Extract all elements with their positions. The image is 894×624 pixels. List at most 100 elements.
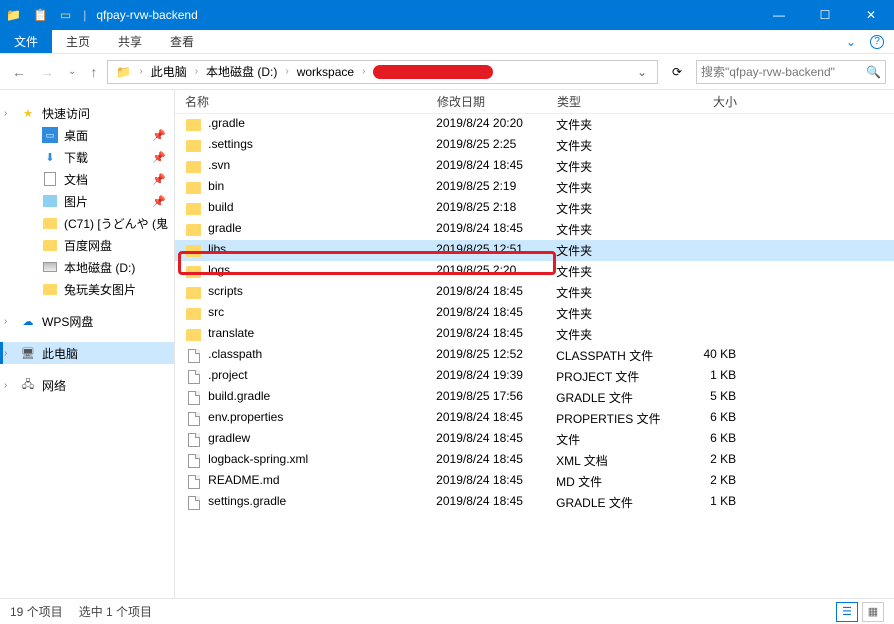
nav-baidu[interactable]: 百度网盘 [0, 234, 174, 256]
chevron-right-icon[interactable]: › [137, 66, 144, 77]
col-name[interactable]: 名称 [175, 93, 437, 110]
nav-local-d[interactable]: 本地磁盘 (D:) [0, 256, 174, 278]
forward-button[interactable]: → [40, 64, 54, 80]
tab-share[interactable]: 共享 [104, 30, 156, 53]
file-name: translate [208, 326, 436, 343]
file-row[interactable]: settings.gradle2019/8/24 18:45GRADLE 文件1… [175, 492, 894, 513]
nav-quick-access[interactable]: ›★快速访问 [0, 102, 174, 124]
nav-this-pc[interactable]: ›🖥此电脑 [0, 342, 174, 364]
bc-this-pc[interactable]: 此电脑 [145, 61, 193, 83]
file-row[interactable]: .settings2019/8/25 2:25文件夹 [175, 135, 894, 156]
file-row[interactable]: gradlew2019/8/24 18:45文件6 KB [175, 429, 894, 450]
eq-icon[interactable]: ▭ [60, 8, 71, 22]
maximize-button[interactable]: ☐ [802, 0, 848, 30]
file-row[interactable]: .classpath2019/8/25 12:52CLASSPATH 文件40 … [175, 345, 894, 366]
nav-rabbit[interactable]: 兔玩美女图片 [0, 278, 174, 300]
file-row[interactable]: scripts2019/8/24 18:45文件夹 [175, 282, 894, 303]
file-row[interactable]: .project2019/8/24 19:39PROJECT 文件1 KB [175, 366, 894, 387]
file-size: 6 KB [674, 410, 744, 427]
bc-workspace[interactable]: workspace [291, 61, 360, 83]
col-size[interactable]: 大小 [675, 93, 745, 110]
bc-dropdown[interactable]: ⌄ [629, 65, 655, 79]
bc-redacted[interactable] [367, 61, 499, 83]
tab-file[interactable]: 文件 [0, 30, 52, 53]
file-row[interactable]: .svn2019/8/24 18:45文件夹 [175, 156, 894, 177]
file-row[interactable]: translate2019/8/24 18:45文件夹 [175, 324, 894, 345]
col-date[interactable]: 修改日期 [437, 93, 557, 110]
folder-icon [42, 237, 58, 253]
file-row[interactable]: env.properties2019/8/24 18:45PROPERTIES … [175, 408, 894, 429]
back-button[interactable]: ← [12, 64, 26, 80]
file-row[interactable]: src2019/8/24 18:45文件夹 [175, 303, 894, 324]
folder-icon [185, 222, 202, 238]
nav-documents[interactable]: 文档📌 [0, 168, 174, 190]
recent-button[interactable]: ⌄ [68, 66, 76, 77]
folder-icon [42, 281, 58, 297]
close-button[interactable]: ✕ [848, 0, 894, 30]
bc-drive[interactable]: 本地磁盘 (D:) [200, 61, 283, 83]
ribbon-expand-icon[interactable]: ⌄ ? [846, 30, 894, 53]
nav-pane: ›★快速访问 ▭桌面📌 ⬇下载📌 文档📌 图片📌 (C71) [うどんや (鬼 … [0, 90, 175, 598]
file-name: env.properties [208, 410, 436, 427]
col-type[interactable]: 类型 [557, 93, 675, 110]
file-type: 文件夹 [556, 179, 674, 196]
pin-icon: 📌 [152, 151, 166, 164]
tab-view[interactable]: 查看 [156, 30, 208, 53]
file-row[interactable]: logs2019/8/25 2:20文件夹 [175, 261, 894, 282]
nav-wps[interactable]: ›☁WPS网盘 [0, 310, 174, 332]
file-date: 2019/8/25 2:25 [436, 137, 556, 154]
nav-pictures[interactable]: 图片📌 [0, 190, 174, 212]
nav-desktop[interactable]: ▭桌面📌 [0, 124, 174, 146]
nav-c71[interactable]: (C71) [うどんや (鬼 [0, 212, 174, 234]
file-type: XML 文档 [556, 452, 674, 469]
minimize-button[interactable]: — [756, 0, 802, 30]
drive-icon [42, 259, 58, 275]
file-icon [185, 411, 202, 427]
file-date: 2019/8/25 17:56 [436, 389, 556, 406]
file-size [674, 179, 744, 196]
search-input[interactable]: 搜索"qfpay-rvw-backend" 🔍 [696, 60, 886, 84]
bc-folder-icon[interactable]: 📁 [110, 61, 137, 83]
folder-icon [185, 201, 202, 217]
column-headers: 名称 修改日期 类型 大小 [175, 90, 894, 114]
file-date: 2019/8/24 18:45 [436, 431, 556, 448]
title-bar: 📁 📋 ▭ | qfpay-rvw-backend — ☐ ✕ [0, 0, 894, 30]
file-size [674, 284, 744, 301]
up-button[interactable]: ↑ [90, 64, 97, 80]
chevron-right-icon[interactable]: › [283, 66, 290, 77]
nav-downloads[interactable]: ⬇下载📌 [0, 146, 174, 168]
file-size [674, 263, 744, 280]
nav-arrows: ← → ⌄ ↑ [8, 64, 101, 80]
nav-network[interactable]: ›🖧网络 [0, 374, 174, 396]
file-row[interactable]: .gradle2019/8/24 20:20文件夹 [175, 114, 894, 135]
file-size: 1 KB [674, 494, 744, 511]
search-icon[interactable]: 🔍 [866, 65, 881, 79]
file-date: 2019/8/25 12:52 [436, 347, 556, 364]
chevron-right-icon[interactable]: › [193, 66, 200, 77]
file-row[interactable]: README.md2019/8/24 18:45MD 文件2 KB [175, 471, 894, 492]
file-icon [185, 453, 202, 469]
file-size [674, 200, 744, 217]
star-icon: ★ [20, 105, 36, 121]
pin-icon[interactable]: 📋 [33, 8, 48, 22]
tab-home[interactable]: 主页 [52, 30, 104, 53]
chevron-right-icon[interactable]: › [360, 66, 367, 77]
file-name: .project [208, 368, 436, 385]
folder-icon [185, 117, 202, 133]
file-size [674, 305, 744, 322]
folder-icon [185, 159, 202, 175]
file-row[interactable]: gradle2019/8/24 18:45文件夹 [175, 219, 894, 240]
file-type: 文件夹 [556, 263, 674, 280]
file-date: 2019/8/24 18:45 [436, 284, 556, 301]
file-row[interactable]: build2019/8/25 2:18文件夹 [175, 198, 894, 219]
file-row[interactable]: libs2019/8/25 12:51文件夹 [175, 240, 894, 261]
refresh-button[interactable]: ⟳ [664, 60, 690, 84]
details-view-button[interactable]: ☰ [836, 602, 858, 622]
file-row[interactable]: build.gradle2019/8/25 17:56GRADLE 文件5 KB [175, 387, 894, 408]
icons-view-button[interactable]: ▦ [862, 602, 884, 622]
file-row[interactable]: bin2019/8/25 2:19文件夹 [175, 177, 894, 198]
file-row[interactable]: logback-spring.xml2019/8/24 18:45XML 文档2… [175, 450, 894, 471]
file-icon [185, 369, 202, 385]
breadcrumb[interactable]: 📁 › 此电脑 › 本地磁盘 (D:) › workspace › ⌄ [107, 60, 658, 84]
file-size: 2 KB [674, 452, 744, 469]
